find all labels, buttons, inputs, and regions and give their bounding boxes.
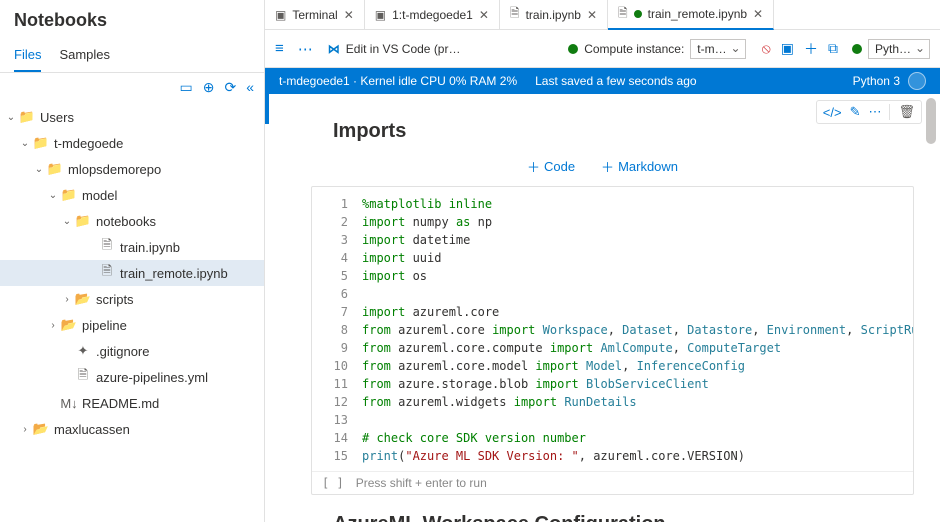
plus-icon: ＋ [601, 157, 614, 176]
tab-train-remote[interactable]: 🗎train_remote.ipynb✕ [608, 0, 774, 30]
tree-row-train-remote[interactable]: ·🗎train_remote.ipynb [0, 260, 264, 286]
vscode-icon: ⋈ [328, 42, 340, 56]
add-compute-icon[interactable]: ＋ [804, 39, 818, 59]
section-workspace: AzureML Workspace Configuration [333, 513, 914, 522]
status-dot-icon [852, 44, 862, 54]
tree-row-mlops[interactable]: ⌄📁mlopsdemorepo [0, 156, 264, 182]
trash-icon[interactable]: 🗑 [889, 104, 915, 120]
manage-icon[interactable]: ⧉ [828, 40, 838, 57]
sidebar: Notebooks Files Samples ▭ ⊕ ⟳ « ⌄📁Users … [0, 0, 265, 522]
unsaved-dot-icon [634, 10, 642, 18]
tab-t1[interactable]: ▣1:t-mdegoede1✕ [365, 0, 500, 29]
status-bar: t-mdegoede1 · Kernel idle CPU 0% RAM 2% … [265, 68, 940, 94]
tree-row-notebooks[interactable]: ⌄📁notebooks [0, 208, 264, 234]
file-tree: ⌄📁Users ⌄📁t-mdegoede ⌄📁mlopsdemorepo ⌄📁m… [0, 102, 264, 522]
sidebar-tabs: Files Samples [0, 37, 264, 73]
close-icon[interactable]: ✕ [479, 8, 489, 22]
status-python: Python 3 [853, 74, 900, 88]
add-icon[interactable]: ⊕ [203, 79, 215, 96]
main-area: ▣Terminal✕ ▣1:t-mdegoede1✕ 🗎train.ipynb✕… [265, 0, 940, 522]
tree-row-azurepipe[interactable]: ·🗎azure-pipelines.yml [0, 364, 264, 390]
notebook-toolbar: ≡ ⋯ ⋈Edit in VS Code (pr… Compute instan… [265, 30, 940, 68]
code-editor[interactable]: 1%matplotlib inline 2import numpy as np … [312, 187, 913, 471]
tree-row-model[interactable]: ⌄📁model [0, 182, 264, 208]
tab-files[interactable]: Files [14, 43, 41, 72]
tree-row-tmdegoede[interactable]: ⌄📁t-mdegoede [0, 130, 264, 156]
compute-select[interactable]: t-m… [690, 39, 745, 59]
editor-tabs: ▣Terminal✕ ▣1:t-mdegoede1✕ 🗎train.ipynb✕… [265, 0, 940, 30]
cell-footer: [ ] Press shift + enter to run [312, 471, 913, 494]
kernel-select[interactable]: Pyth… [868, 39, 930, 59]
tree-row-train[interactable]: ·🗎train.ipynb [0, 234, 264, 260]
sidebar-title: Notebooks [0, 0, 264, 37]
add-markdown-button[interactable]: ＋Markdown [601, 157, 678, 176]
tree-row-gitignore[interactable]: ·✦.gitignore [0, 338, 264, 364]
more-icon[interactable]: ⋯ [298, 40, 314, 58]
sidebar-toolbar: ▭ ⊕ ⟳ « [0, 73, 264, 102]
menu-icon[interactable]: ≡ [275, 40, 284, 57]
code-cell[interactable]: 1%matplotlib inline 2import numpy as np … [311, 186, 914, 495]
terminal-icon: ▣ [275, 8, 286, 22]
status-saved: Last saved a few seconds ago [535, 74, 696, 88]
collapse-icon[interactable]: « [246, 79, 254, 96]
status-left: t-mdegoede1 · Kernel idle CPU 0% RAM 2% [279, 74, 517, 88]
scrollbar[interactable] [926, 98, 936, 144]
code-view-icon[interactable]: </> [823, 105, 842, 120]
add-cell-row: ＋Code ＋Markdown [291, 157, 914, 176]
cell-toolbar: </> ✎ ⋯ 🗑 [816, 100, 922, 124]
plus-icon: ＋ [527, 157, 540, 176]
notebook-icon: 🗎 [510, 4, 520, 25]
tree-row-pipeline[interactable]: ›📂pipeline [0, 312, 264, 338]
stop-icon[interactable]: ⦸ [762, 40, 771, 57]
cell-accent [265, 94, 269, 124]
notebook-icon: 🗎 [618, 4, 628, 25]
tree-row-users[interactable]: ⌄📁Users [0, 104, 264, 130]
avatar-icon[interactable] [908, 72, 926, 90]
more-icon[interactable]: ⋯ [868, 104, 881, 120]
close-icon[interactable]: ✕ [587, 8, 597, 22]
exec-count: [ ] [322, 476, 344, 490]
terminal-icon: ▣ [375, 8, 386, 22]
status-dot-icon [568, 44, 578, 54]
tab-terminal[interactable]: ▣Terminal✕ [265, 0, 365, 29]
edit-in-vscode[interactable]: ⋈Edit in VS Code (pr… [328, 42, 461, 56]
run-hint: Press shift + enter to run [356, 476, 487, 490]
close-icon[interactable]: ✕ [344, 8, 354, 22]
notebook-area[interactable]: </> ✎ ⋯ 🗑 Imports ＋Code ＋Markdown 1%matp… [265, 94, 940, 522]
folder-view-icon[interactable]: ▭ [180, 79, 193, 96]
tab-train[interactable]: 🗎train.ipynb✕ [500, 0, 608, 29]
edit-icon[interactable]: ✎ [850, 104, 861, 120]
add-code-button[interactable]: ＋Code [527, 157, 575, 176]
terminal-open-icon[interactable]: ▣ [781, 40, 794, 57]
compute-label: Compute instance: [584, 42, 684, 56]
tree-row-maxlucassen[interactable]: ›📂maxlucassen [0, 416, 264, 442]
close-icon[interactable]: ✕ [753, 7, 763, 21]
tree-row-readme[interactable]: ·M↓README.md [0, 390, 264, 416]
refresh-icon[interactable]: ⟳ [224, 79, 236, 96]
tab-samples[interactable]: Samples [59, 43, 110, 72]
tree-row-scripts[interactable]: ›📂scripts [0, 286, 264, 312]
